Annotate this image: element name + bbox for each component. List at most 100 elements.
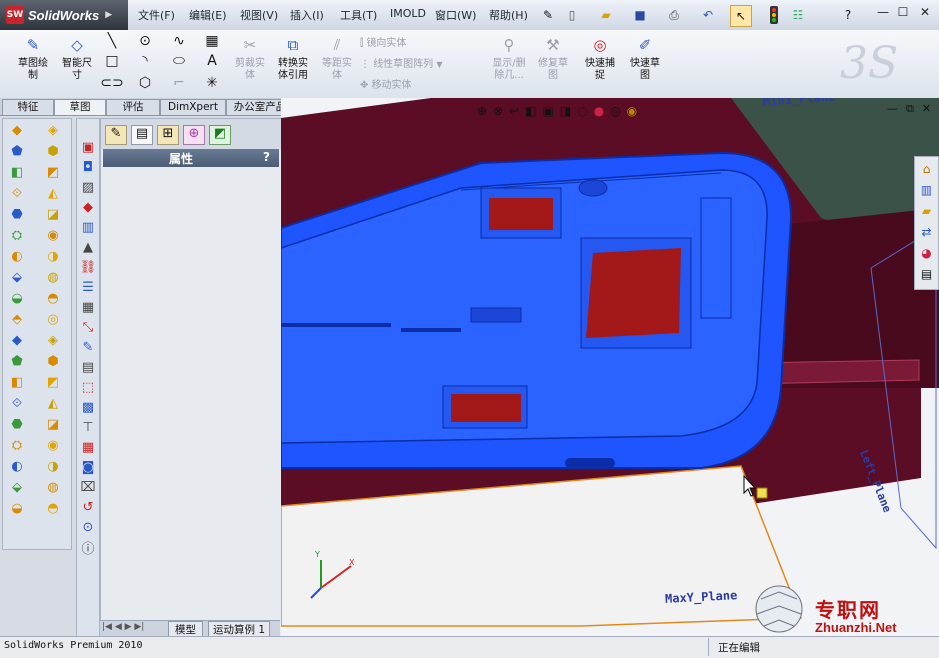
design-library-icon[interactable]: ▥ — [917, 180, 936, 199]
repair-sketch-button[interactable]: ⚒ 修复草 图 — [528, 34, 578, 82]
view-tool-icon[interactable]: ⊤ — [79, 419, 97, 435]
options-icon[interactable]: ☷ — [788, 5, 808, 25]
maximize-icon[interactable]: ☐ — [895, 5, 911, 21]
view-tool-icon[interactable]: ▲ — [79, 239, 97, 255]
new-document-icon[interactable]: ▯ — [562, 5, 582, 25]
appearances-icon[interactable]: ◕ — [917, 243, 936, 262]
feature-tool-icon[interactable]: ◈ — [44, 332, 62, 348]
feature-tool-icon[interactable]: ◩ — [44, 164, 62, 180]
hide-show-icon[interactable]: ◌ — [577, 104, 587, 118]
view-tool-icon[interactable]: ☰ — [79, 279, 97, 295]
feature-tool-icon[interactable]: ◧ — [8, 374, 26, 390]
feature-tool-icon[interactable]: ◭ — [44, 185, 62, 201]
feature-tool-icon[interactable]: ◪ — [44, 206, 62, 222]
zoom-area-icon[interactable]: ⊗ — [493, 104, 503, 118]
configuration-manager-tab-icon[interactable]: ⊞ — [157, 125, 179, 145]
view-tool-icon[interactable]: ▦ — [79, 439, 97, 455]
ellipse-icon[interactable]: ⬭ — [170, 52, 188, 70]
feature-tool-icon[interactable]: ⬣ — [8, 416, 26, 432]
view-tool-icon[interactable]: ▩ — [79, 399, 97, 415]
view-tool-icon[interactable]: ◘ — [79, 159, 97, 175]
menu-view[interactable]: 视图(V) — [240, 7, 278, 23]
feature-tool-icon[interactable]: ⬘ — [8, 311, 26, 327]
feature-tool-icon[interactable]: ◆ — [8, 122, 26, 138]
view-tool-icon[interactable]: ◙ — [79, 459, 97, 475]
circle-icon[interactable]: ⊙ — [136, 32, 154, 50]
menu-file[interactable]: 文件(F) — [138, 7, 175, 23]
feature-tool-icon[interactable]: ◧ — [8, 164, 26, 180]
polygon-icon[interactable]: ⬡ — [136, 74, 154, 92]
view-palette-icon[interactable]: ⇄ — [917, 222, 936, 241]
feature-tool-icon[interactable]: ◉ — [44, 437, 62, 453]
tab-features[interactable]: 特征 — [2, 99, 54, 115]
menu-window[interactable]: 窗口(W) — [435, 7, 476, 23]
quick-snaps-button[interactable]: ◎ 快速捕 捉 — [575, 34, 625, 82]
viewport-restore-icon[interactable]: ⧉ — [906, 102, 914, 116]
view-tool-icon[interactable]: ⛓ — [79, 259, 97, 275]
help-button[interactable]: ? — [263, 150, 270, 164]
home-icon[interactable]: ⌂ — [917, 159, 936, 178]
feature-tool-icon[interactable]: ◐ — [8, 248, 26, 264]
menu-edit[interactable]: 编辑(E) — [189, 7, 227, 23]
rectangle-icon[interactable]: □ — [103, 52, 121, 70]
sketch-button[interactable]: ✎ 草图绘 制 — [8, 34, 58, 82]
minimize-icon[interactable]: — — [875, 5, 891, 21]
feature-tool-icon[interactable]: ◪ — [44, 416, 62, 432]
feature-tool-icon[interactable]: ◐ — [8, 458, 26, 474]
feature-tool-icon[interactable]: ⟐ — [8, 185, 26, 201]
view-tool-icon[interactable]: ▤ — [79, 359, 97, 375]
feature-tool-icon[interactable]: ⟐ — [8, 395, 26, 411]
point-icon[interactable]: ✳ — [203, 74, 221, 92]
view-tool-icon[interactable]: ✎ — [79, 339, 97, 355]
rebuild-icon[interactable] — [764, 5, 784, 25]
feature-tool-icon[interactable]: ◩ — [44, 374, 62, 390]
menu-tools[interactable]: 工具(T) — [340, 7, 377, 23]
convert-entities-button[interactable]: ⧉ 转换实 体引用 — [268, 34, 318, 82]
view-tool-icon[interactable]: ▨ — [79, 179, 97, 195]
view-tool-icon[interactable]: ▣ — [79, 139, 97, 155]
pin-icon[interactable]: ✎ — [538, 5, 558, 25]
feature-tool-icon[interactable]: ◎ — [44, 311, 62, 327]
view-tool-icon[interactable]: ⌧ — [79, 479, 97, 495]
custom-properties-icon[interactable]: ▤ — [917, 264, 936, 283]
view-orientation-icon[interactable]: ▣ — [543, 104, 554, 118]
slot-icon[interactable]: ⊂⊃ — [100, 74, 123, 92]
feature-tool-icon[interactable]: ◓ — [44, 500, 62, 516]
fillet-icon[interactable]: ⌐ — [170, 74, 188, 92]
open-folder-icon[interactable]: ▰ — [596, 5, 616, 25]
feature-tool-icon[interactable]: ⬟ — [8, 353, 26, 369]
feature-tool-icon[interactable]: ⬙ — [8, 479, 26, 495]
help-question-icon[interactable]: ? — [838, 5, 858, 25]
property-manager-tab-icon[interactable]: ▤ — [131, 125, 153, 145]
view-tool-icon[interactable]: ⤡ — [79, 319, 97, 335]
text-icon[interactable]: A — [203, 52, 221, 70]
scene-icon[interactable]: ◎ — [610, 104, 620, 118]
solidworks-logo[interactable]: SW SolidWorks ▶ — [0, 0, 128, 30]
file-explorer-icon[interactable]: ▰ — [917, 201, 936, 220]
tab-sketch[interactable]: 草图 — [54, 99, 106, 115]
feature-tool-icon[interactable]: ◍ — [44, 269, 62, 285]
mirror-entities-button[interactable]: ⫿ 镜向实体 — [360, 34, 406, 49]
logo-arrow-icon[interactable]: ▶ — [105, 10, 112, 20]
feature-tool-icon[interactable]: ⬣ — [8, 206, 26, 222]
feature-tool-icon[interactable]: ◒ — [8, 500, 26, 516]
feature-tool-icon[interactable]: ◑ — [44, 248, 62, 264]
tab-dimxpert[interactable]: DimXpert — [160, 99, 226, 115]
view-settings-icon[interactable]: ◉ — [627, 104, 637, 118]
scroll-nav-icon[interactable]: |◀ ◀ ▶ ▶| — [102, 622, 144, 632]
smart-dimension-button[interactable]: ◇ 智能尺 寸 — [52, 34, 102, 82]
feature-tool-icon[interactable]: ◆ — [8, 332, 26, 348]
view-tool-icon[interactable]: ▥ — [79, 219, 97, 235]
feature-tool-icon[interactable]: ⛭ — [8, 227, 26, 243]
feature-tool-icon[interactable]: ⛭ — [8, 437, 26, 453]
feature-tool-icon[interactable]: ⬢ — [44, 143, 62, 159]
dimxpert-manager-tab-icon[interactable]: ⊕ — [183, 125, 205, 145]
view-tool-icon[interactable]: ⓘ — [79, 539, 97, 557]
move-entities-button[interactable]: ✥ 移动实体 — [360, 76, 412, 91]
graphics-area[interactable]: ⊕ ⊗ ↩ ◧ ▣ ◨ ◌ ● ◎ ◉ — ⧉ ✕ Mini_Plane Max… — [281, 98, 939, 636]
grid-icon[interactable]: ▦ — [203, 32, 221, 50]
save-icon[interactable]: ■ — [630, 5, 650, 25]
feature-tool-icon[interactable]: ◭ — [44, 395, 62, 411]
section-view-icon[interactable]: ◧ — [525, 104, 536, 118]
feature-tool-icon[interactable]: ◍ — [44, 479, 62, 495]
